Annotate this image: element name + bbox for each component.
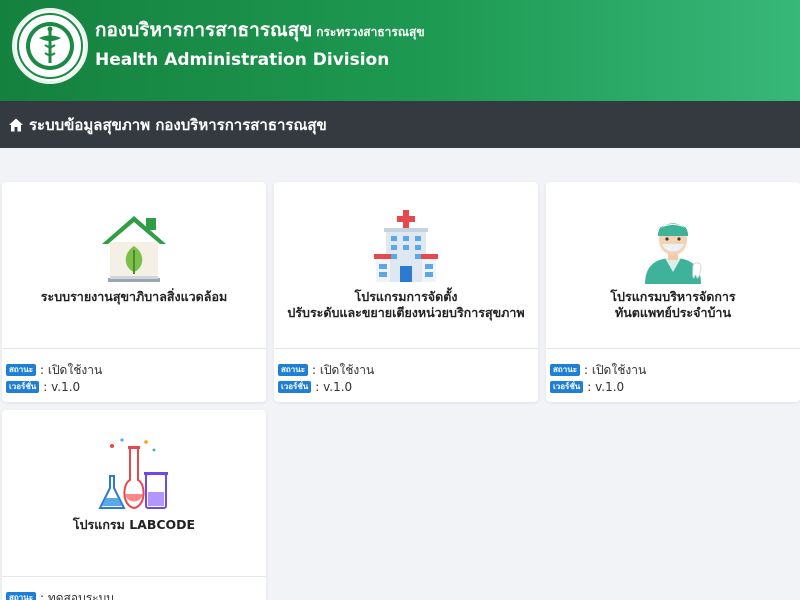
status-badge: สถานะ [278,364,308,376]
card-body[interactable]: ระบบรายงานสุขาภิบาลสิ่งแวดล้อม [2,182,266,347]
status-badge: สถานะ [6,592,36,600]
ministry-logo-icon[interactable] [12,8,88,84]
card-body[interactable]: โปรแกรมการจัดตั้ง ปรับระดับและขยายเตียงห… [274,182,538,347]
version-badge: เวอร์ชั่น [550,381,584,393]
home-icon[interactable] [8,117,24,133]
version-value: : v.1.0 [43,380,81,394]
card-title: โปรแกรมการจัดตั้ง ปรับระดับและขยายเตียงห… [274,289,538,321]
version-badge: เวอร์ชั่น [278,381,312,393]
status-value: : เปิดใช้งาน [583,362,647,377]
hospital-building-icon [374,210,438,282]
app-card-labcode[interactable]: โปรแกรม LABCODE สถานะ : ทดสอบระบบ [2,410,266,600]
site-header: กองบริหารการสาธารณสุข กระทรวงสาธารณสุข He… [0,0,800,101]
card-footer: สถานะ : เปิดใช้งาน เวอร์ชั่น : v.1.0 [546,348,800,396]
status-row: สถานะ : ทดสอบระบบ [6,590,266,600]
version-row: เวอร์ชั่น : v.1.0 [550,379,800,395]
version-value: : v.1.0 [587,380,625,394]
version-row: เวอร์ชั่น : v.1.0 [278,379,538,395]
card-title-line1: ระบบรายงานสุขาภิบาลสิ่งแวดล้อม [40,289,228,304]
navbar-title[interactable]: ระบบข้อมูลสุขภาพ กองบริหารการสาธารณสุข [29,113,327,137]
ministry-name-th: กระทรวงสาธารณสุข [316,25,425,39]
card-title: ระบบรายงานสุขาภิบาลสิ่งแวดล้อม [2,289,266,305]
card-title-line1: โปรแกรมการจัดตั้ง [354,289,458,304]
card-footer: สถานะ : เปิดใช้งาน เวอร์ชั่น : v.1.0 [2,348,266,396]
card-title-line1: โปรแกรม LABCODE [72,517,196,532]
status-badge: สถานะ [6,364,36,376]
org-name-th: กองบริหารการสาธารณสุข [95,19,313,41]
card-title: โปรแกรมบริหารจัดการ ทันตแพทย์ประจำบ้าน [546,289,800,321]
status-badge: สถานะ [550,364,580,376]
version-badge: เวอร์ชั่น [6,381,40,393]
status-value: : ทดสอบระบบ [39,590,114,600]
card-body[interactable]: โปรแกรม LABCODE [2,410,266,575]
dentist-doctor-icon [645,223,702,284]
status-value: : เปิดใช้งาน [311,362,375,377]
version-value: : v.1.0 [315,380,353,394]
version-row: เวอร์ชั่น : v.1.0 [6,379,266,395]
card-title-line2: ปรับระดับและขยายเตียงหน่วยบริการสุขภาพ [287,305,525,320]
status-value: : เปิดใช้งาน [39,362,103,377]
app-card-hospital-beds[interactable]: โปรแกรมการจัดตั้ง ปรับระดับและขยายเตียงห… [274,182,538,402]
status-row: สถานะ : เปิดใช้งาน [550,362,800,378]
card-footer: สถานะ : ทดสอบระบบ [2,576,266,600]
top-navbar: ระบบข้อมูลสุขภาพ กองบริหารการสาธารณสุข [0,101,800,148]
green-house-leaf-icon [102,216,166,282]
card-footer: สถานะ : เปิดใช้งาน เวอร์ชั่น : v.1.0 [274,348,538,396]
app-card-dentist-management[interactable]: โปรแกรมบริหารจัดการ ทันตแพทย์ประจำบ้าน ส… [546,182,800,402]
card-body[interactable]: โปรแกรมบริหารจัดการ ทันตแพทย์ประจำบ้าน [546,182,800,347]
lab-flasks-icon [98,438,168,510]
card-title-line2: ทันตแพทย์ประจำบ้าน [615,305,731,320]
org-name-english: Health Administration Division [95,50,390,70]
card-title-line1: โปรแกรมบริหารจัดการ [610,289,736,304]
status-row: สถานะ : เปิดใช้งาน [6,362,266,378]
org-name-thai: กองบริหารการสาธารณสุข กระทรวงสาธารณสุข [95,18,425,44]
status-row: สถานะ : เปิดใช้งาน [278,362,538,378]
card-title: โปรแกรม LABCODE [2,517,266,533]
app-card-environmental-sanitation[interactable]: ระบบรายงานสุขาภิบาลสิ่งแวดล้อม สถานะ : เ… [2,182,266,402]
